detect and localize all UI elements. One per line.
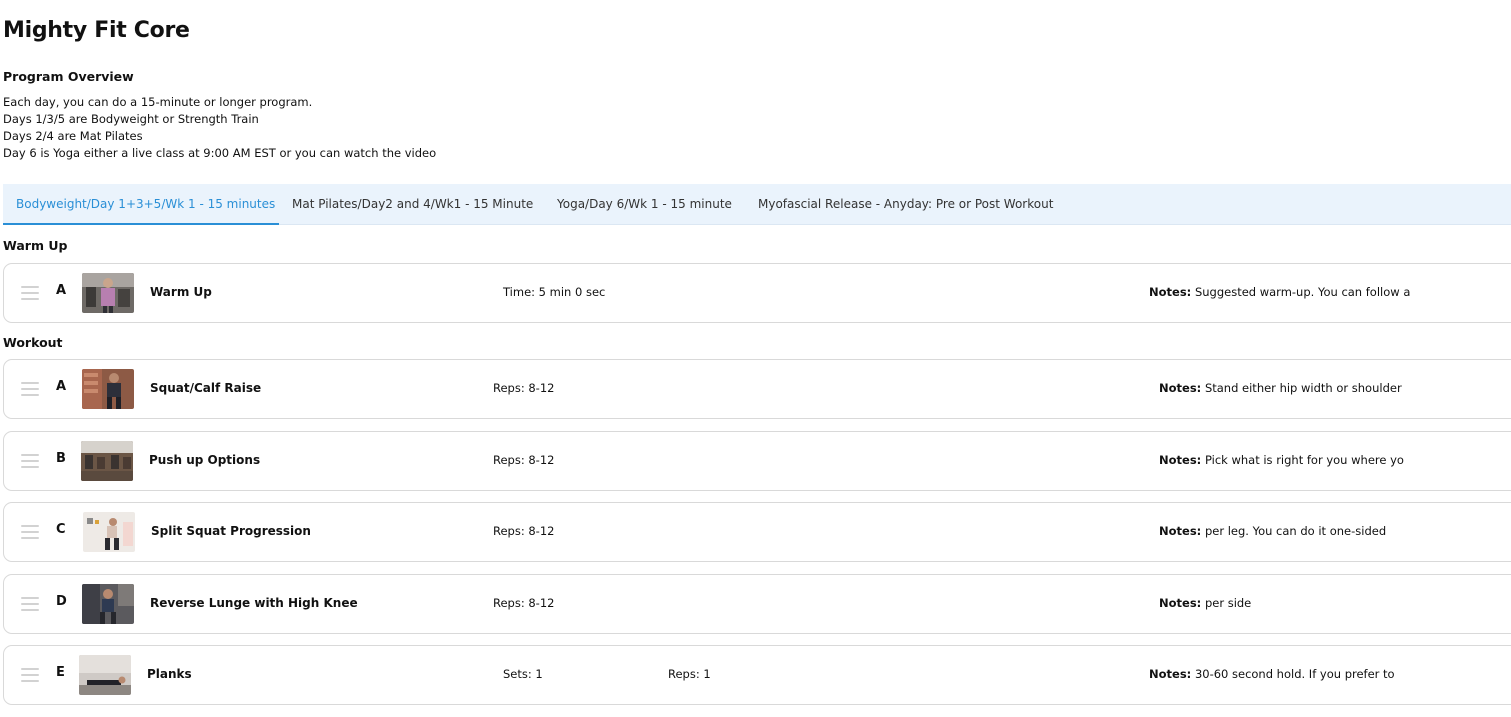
overview-heading: Program Overview xyxy=(3,69,134,84)
exercise-row[interactable]: B Push up Options Reps: 8-12 Notes: Pick… xyxy=(3,431,1511,491)
exercise-letter: B xyxy=(56,451,66,466)
exercise-name: Reverse Lunge with High Knee xyxy=(150,596,358,610)
exercise-notes: Notes: per side xyxy=(1159,596,1251,610)
notes-label: Notes: xyxy=(1149,667,1192,681)
notes-text: per side xyxy=(1204,596,1252,610)
exercise-thumbnail[interactable] xyxy=(81,441,133,481)
page: Mighty Fit Core Program Overview Each da… xyxy=(0,0,1511,717)
overview-line: Day 6 is Yoga either a live class at 9:0… xyxy=(3,146,437,160)
exercise-row[interactable]: E Planks Sets: 1 Reps: 1 Notes: 30-60 se… xyxy=(3,645,1511,705)
tab-mat-pilates[interactable]: Mat Pilates/Day2 and 4/Wk1 - 15 Minute xyxy=(292,184,533,225)
notes-label: Notes: xyxy=(1159,453,1202,467)
drag-handle-icon[interactable] xyxy=(21,286,39,300)
exercise-thumbnail[interactable] xyxy=(82,273,134,313)
page-title: Mighty Fit Core xyxy=(3,18,190,43)
exercise-notes: Notes: per leg. You can do it one-sided xyxy=(1159,524,1386,538)
exercise-sets: Sets: 1 xyxy=(503,667,543,681)
exercise-letter: A xyxy=(56,283,67,298)
exercise-letter: C xyxy=(56,522,66,537)
drag-handle-icon[interactable] xyxy=(21,454,39,468)
notes-label: Notes: xyxy=(1149,285,1192,299)
exercise-name: Push up Options xyxy=(149,453,261,467)
overview-text: Each day, you can do a 15-minute or long… xyxy=(3,94,436,162)
notes-label: Notes: xyxy=(1159,381,1202,395)
notes-text: per leg. You can do it one-sided xyxy=(1204,524,1387,538)
drag-handle-icon[interactable] xyxy=(21,382,39,396)
exercise-reps: Reps: 8-12 xyxy=(493,596,555,610)
notes-text: Pick what is right for you where yo xyxy=(1204,453,1404,467)
overview-line: Days 2/4 are Mat Pilates xyxy=(3,129,143,143)
tab-bodyweight[interactable]: Bodyweight/Day 1+3+5/Wk 1 - 15 minutes xyxy=(3,184,279,225)
tab-myofascial-release[interactable]: Myofascial Release - Anyday: Pre or Post… xyxy=(758,184,1053,225)
exercise-reps: Reps: 1 xyxy=(668,667,711,681)
exercise-letter: A xyxy=(56,379,67,394)
exercise-thumbnail[interactable] xyxy=(79,655,131,695)
tab-bar: Bodyweight/Day 1+3+5/Wk 1 - 15 minutes M… xyxy=(3,184,1511,225)
exercise-letter: E xyxy=(56,665,65,680)
overview-line: Days 1/3/5 are Bodyweight or Strength Tr… xyxy=(3,112,259,126)
exercise-row[interactable]: D Reverse Lunge with High Knee Reps: 8-1… xyxy=(3,574,1511,634)
overview-line: Each day, you can do a 15-minute or long… xyxy=(3,95,313,109)
exercise-row[interactable]: C Split Squat Progression Reps: 8-12 Not… xyxy=(3,502,1511,562)
exercise-notes: Notes: Pick what is right for you where … xyxy=(1159,453,1404,467)
notes-text: Suggested warm-up. You can follow a xyxy=(1194,285,1411,299)
notes-label: Notes: xyxy=(1159,596,1202,610)
exercise-notes: Notes: Suggested warm-up. You can follow… xyxy=(1149,285,1410,299)
drag-handle-icon[interactable] xyxy=(21,597,39,611)
exercise-notes: Notes: Stand either hip width or shoulde… xyxy=(1159,381,1402,395)
tab-yoga[interactable]: Yoga/Day 6/Wk 1 - 15 minute xyxy=(557,184,732,225)
exercise-reps: Reps: 8-12 xyxy=(493,381,555,395)
exercise-name: Planks xyxy=(147,667,192,681)
drag-handle-icon[interactable] xyxy=(21,525,39,539)
exercise-letter: D xyxy=(56,594,67,609)
section-label-workout: Workout xyxy=(3,335,63,350)
exercise-time: Time: 5 min 0 sec xyxy=(503,285,606,299)
exercise-row[interactable]: A Warm Up Time: 5 min 0 sec Notes: Sugge… xyxy=(3,263,1511,323)
exercise-thumbnail[interactable] xyxy=(82,584,134,624)
exercise-notes: Notes: 30-60 second hold. If you prefer … xyxy=(1149,667,1395,681)
exercise-thumbnail[interactable] xyxy=(82,369,134,409)
notes-text: Stand either hip width or shoulder xyxy=(1204,381,1402,395)
exercise-reps: Reps: 8-12 xyxy=(493,524,555,538)
notes-text: 30-60 second hold. If you prefer to xyxy=(1194,667,1395,681)
exercise-reps: Reps: 8-12 xyxy=(493,453,555,467)
exercise-name: Split Squat Progression xyxy=(151,524,311,538)
exercise-row[interactable]: A Squat/Calf Raise Reps: 8-12 Notes: Sta… xyxy=(3,359,1511,419)
exercise-name: Squat/Calf Raise xyxy=(150,381,262,395)
exercise-name: Warm Up xyxy=(150,285,212,299)
notes-label: Notes: xyxy=(1159,524,1202,538)
section-label-warm-up: Warm Up xyxy=(3,238,68,253)
drag-handle-icon[interactable] xyxy=(21,668,39,682)
exercise-thumbnail[interactable] xyxy=(83,512,135,552)
